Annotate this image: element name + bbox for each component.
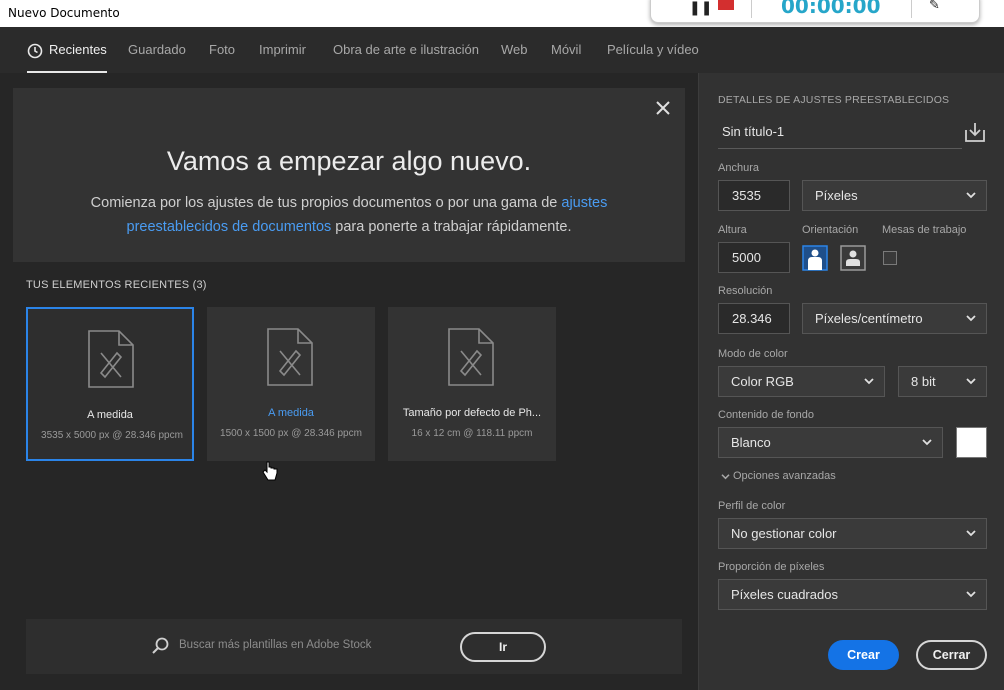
welcome-text: Comienza por los ajustes de tus propios … xyxy=(73,191,625,239)
chevron-down-icon xyxy=(922,439,932,446)
save-preset-icon[interactable] xyxy=(964,121,986,143)
pixel-ratio-label: Proporción de píxeles xyxy=(718,561,825,573)
chevron-down-icon xyxy=(966,591,976,598)
stock-search-bar: Buscar más plantillas en Adobe Stock Ir xyxy=(26,619,682,674)
bit-depth-select[interactable]: 8 bit xyxy=(898,366,987,397)
tab-guardado[interactable]: Guardado xyxy=(128,27,186,73)
chevron-down-icon xyxy=(966,315,976,322)
height-label: Altura xyxy=(718,224,747,236)
resolution-unit-value: Píxeles/centímetro xyxy=(815,311,923,326)
background-color-swatch[interactable] xyxy=(956,427,987,458)
preset-details-panel: DETALLES DE AJUSTES PREESTABLECIDOS Sin … xyxy=(698,73,1004,690)
height-input[interactable]: 5000 xyxy=(718,242,790,273)
chevron-down-icon xyxy=(966,378,976,385)
chevron-down-icon xyxy=(864,378,874,385)
color-mode-label: Modo de color xyxy=(718,348,788,360)
tab-foto[interactable]: Foto xyxy=(209,27,235,73)
chevron-down-icon xyxy=(721,473,730,479)
pixel-ratio-value: Píxeles cuadrados xyxy=(731,587,838,602)
tab-web[interactable]: Web xyxy=(501,27,528,73)
background-label: Contenido de fondo xyxy=(718,409,815,421)
go-button[interactable]: Ir xyxy=(460,632,546,662)
close-icon[interactable] xyxy=(655,100,671,116)
color-profile-select[interactable]: No gestionar color xyxy=(718,518,987,549)
tab-pelicula-video[interactable]: Película y vídeo xyxy=(607,27,699,73)
width-label: Anchura xyxy=(718,162,759,174)
color-mode-value: Color RGB xyxy=(731,374,794,389)
welcome-text-end: para ponerte a trabajar rápidamente. xyxy=(331,219,572,235)
recent-item-meta: 3535 x 5000 px @ 28.346 ppcm xyxy=(41,430,183,441)
welcome-heading: Vamos a empezar algo nuevo. xyxy=(166,146,532,176)
recent-items-heading: TUS ELEMENTOS RECIENTES (3) xyxy=(26,279,207,291)
advanced-options-toggle[interactable]: Opciones avanzadas xyxy=(721,470,836,482)
divider xyxy=(911,0,912,18)
screen-recorder-toolbar: ❚❚ 00:00:00 ✎ xyxy=(650,0,980,23)
landscape-orientation-icon[interactable] xyxy=(840,245,866,271)
recent-item-name: Tamaño por defecto de Ph... xyxy=(402,407,542,419)
tab-label: Recientes xyxy=(49,42,107,57)
pixel-ratio-select[interactable]: Píxeles cuadrados xyxy=(718,579,987,610)
recent-heading-label: TUS ELEMENTOS RECIENTES xyxy=(26,279,190,291)
recent-item-name: A medida xyxy=(268,407,314,419)
category-tabs: Recientes Guardado Foto Imprimir Obra de… xyxy=(0,27,1004,73)
search-icon xyxy=(152,637,169,654)
window-title: Nuevo Documento xyxy=(8,6,120,20)
hand-cursor-icon xyxy=(262,461,278,481)
color-profile-value: No gestionar color xyxy=(731,526,837,541)
document-icon xyxy=(267,328,313,386)
artboards-label: Mesas de trabajo xyxy=(882,224,967,236)
width-unit-select[interactable]: Píxeles xyxy=(802,180,987,211)
color-profile-label: Perfil de color xyxy=(718,500,786,512)
stock-search-input[interactable]: Buscar más plantillas en Adobe Stock xyxy=(179,639,371,651)
main-panel: Vamos a empezar algo nuevo. Comienza por… xyxy=(0,73,698,690)
tab-obra-de-arte[interactable]: Obra de arte e ilustración xyxy=(333,27,479,73)
recent-item-name: A medida xyxy=(87,409,133,421)
pause-icon[interactable]: ❚❚ xyxy=(689,0,712,16)
welcome-banner: Vamos a empezar algo nuevo. Comienza por… xyxy=(13,88,685,262)
window-titlebar: Nuevo Documento ❚❚ 00:00:00 ✎ xyxy=(0,0,1004,27)
portrait-orientation-icon[interactable] xyxy=(802,245,828,271)
document-icon xyxy=(448,328,494,386)
create-button[interactable]: Crear xyxy=(828,640,899,670)
clock-icon xyxy=(27,43,43,58)
tab-movil[interactable]: Móvil xyxy=(551,27,581,73)
recent-count: (3) xyxy=(192,279,207,291)
advanced-options-label: Opciones avanzadas xyxy=(733,470,836,482)
tab-imprimir[interactable]: Imprimir xyxy=(259,27,306,73)
tab-recientes[interactable]: Recientes xyxy=(27,27,107,73)
stop-icon[interactable] xyxy=(718,0,734,10)
document-name-field[interactable]: Sin título-1 xyxy=(718,117,962,149)
document-name-value: Sin título-1 xyxy=(722,124,785,139)
close-button[interactable]: Cerrar xyxy=(916,640,987,670)
recording-timer: 00:00:00 xyxy=(781,0,881,18)
resolution-input[interactable]: 28.346 xyxy=(718,303,790,334)
color-mode-select[interactable]: Color RGB xyxy=(718,366,885,397)
width-unit-value: Píxeles xyxy=(815,188,858,203)
recent-item-card[interactable]: A medida 1500 x 1500 px @ 28.346 ppcm xyxy=(207,307,375,461)
chevron-down-icon xyxy=(966,192,976,199)
background-select[interactable]: Blanco xyxy=(718,427,943,458)
resolution-label: Resolución xyxy=(718,285,773,297)
document-icon xyxy=(88,330,134,388)
recent-item-meta: 1500 x 1500 px @ 28.346 ppcm xyxy=(220,428,362,439)
resolution-unit-select[interactable]: Píxeles/centímetro xyxy=(802,303,987,334)
background-value: Blanco xyxy=(731,435,771,450)
pen-icon[interactable]: ✎ xyxy=(929,0,940,13)
divider xyxy=(751,0,752,18)
artboards-checkbox[interactable] xyxy=(883,251,897,265)
recent-item-card[interactable]: A medida 3535 x 5000 px @ 28.346 ppcm xyxy=(26,307,194,461)
recent-item-card[interactable]: Tamaño por defecto de Ph... 16 x 12 cm @… xyxy=(388,307,556,461)
width-input[interactable]: 3535 xyxy=(718,180,790,211)
welcome-text-start: Comienza por los ajustes de tus propios … xyxy=(90,195,562,211)
orientation-label: Orientación xyxy=(802,224,859,236)
details-title: DETALLES DE AJUSTES PREESTABLECIDOS xyxy=(718,94,950,106)
bit-depth-value: 8 bit xyxy=(911,374,936,389)
recent-item-meta: 16 x 12 cm @ 118.11 ppcm xyxy=(411,428,533,439)
chevron-down-icon xyxy=(966,530,976,537)
